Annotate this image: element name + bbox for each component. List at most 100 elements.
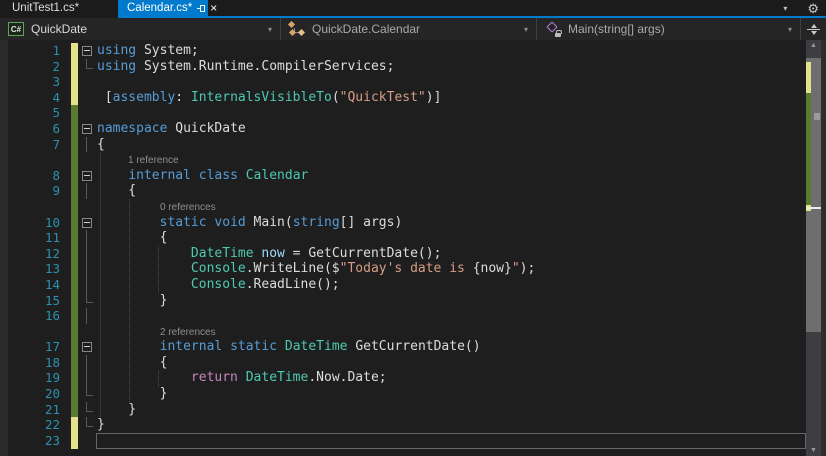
code-text[interactable]: using System; xyxy=(97,43,806,59)
code-text[interactable]: Console.WriteLine($"Today's date is {now… xyxy=(97,261,806,277)
change-tracking-bar xyxy=(71,43,78,105)
scrollbar-down-arrow-icon[interactable]: ▼ xyxy=(806,447,821,454)
code-text[interactable]: return DateTime.Now.Date; xyxy=(97,370,806,386)
codelens-cell[interactable]: 1 reference xyxy=(97,152,806,168)
code-line[interactable]: 2 using System.Runtime.CompilerServices; xyxy=(0,59,806,75)
editor-right-edge xyxy=(821,40,826,456)
line-number: 15 xyxy=(0,293,60,309)
line-number: 11 xyxy=(0,230,60,246)
project-dropdown-value: QuickDate xyxy=(31,22,87,36)
outlining-margin xyxy=(78,277,97,293)
code-text[interactable]: { xyxy=(97,183,806,199)
codelens-row[interactable]: 1 reference xyxy=(0,152,806,168)
line-number xyxy=(0,324,60,340)
code-text[interactable]: [assembly: InternalsVisibleTo("QuickTest… xyxy=(97,90,806,106)
outlining-margin xyxy=(78,433,97,449)
line-number: 14 xyxy=(0,277,60,293)
scrollbar-up-arrow-icon[interactable]: ▲ xyxy=(806,42,821,49)
code-line[interactable]: 21 } xyxy=(0,402,806,418)
code-text[interactable]: } xyxy=(97,293,806,309)
code-text[interactable]: { xyxy=(97,137,806,153)
code-line[interactable]: 14 Console.ReadLine(); xyxy=(0,277,806,293)
code-text[interactable]: DateTime now = GetCurrentDate(); xyxy=(97,246,806,262)
collapse-box-icon[interactable] xyxy=(82,46,92,56)
tab-unittest1[interactable]: UnitTest1.cs* xyxy=(0,0,118,16)
code-line[interactable]: 12 DateTime now = GetCurrentDate(); xyxy=(0,246,806,262)
codelens-references[interactable]: 0 references xyxy=(97,200,216,215)
code-line[interactable]: 9 { xyxy=(0,183,806,199)
code-line[interactable]: 6 namespace QuickDate xyxy=(0,121,806,137)
collapse-box-icon[interactable] xyxy=(82,171,92,181)
code-text[interactable] xyxy=(97,105,806,121)
change-tracking-bar xyxy=(71,105,78,417)
code-line[interactable]: 11 { xyxy=(0,230,806,246)
outlining-margin xyxy=(78,105,97,121)
line-number: 3 xyxy=(0,74,60,90)
code-text[interactable]: } xyxy=(97,402,806,418)
collapse-box-icon[interactable] xyxy=(82,342,92,352)
code-line[interactable]: 13 Console.WriteLine($"Today's date is {… xyxy=(0,261,806,277)
split-editor-button[interactable] xyxy=(801,18,826,40)
tab-list-chevron-icon[interactable]: ▾ xyxy=(783,4,787,13)
line-number: 2 xyxy=(0,59,60,75)
settings-gear-icon[interactable]: ⚙ xyxy=(807,2,819,15)
code-text[interactable] xyxy=(97,74,806,90)
tab-calendar[interactable]: Calendar.cs* × xyxy=(118,0,208,16)
code-text[interactable]: } xyxy=(97,417,806,433)
code-text[interactable]: { xyxy=(97,230,806,246)
code-line[interactable]: 18 { xyxy=(0,355,806,371)
code-line[interactable]: 22} xyxy=(0,417,806,433)
indent-guide xyxy=(158,371,159,387)
line-number: 4 xyxy=(0,90,60,106)
codelens-row[interactable]: 2 references xyxy=(0,324,806,340)
code-line[interactable]: 5 xyxy=(0,105,806,121)
scrollbar-square-marker xyxy=(814,113,820,120)
member-dropdown[interactable]: Main(string[] args) ▾ xyxy=(537,18,801,40)
code-text[interactable]: { xyxy=(97,355,806,371)
outlining-margin xyxy=(78,417,97,433)
outlining-margin xyxy=(78,370,97,386)
code-line[interactable]: 15 } xyxy=(0,293,806,309)
code-text[interactable]: internal class Calendar xyxy=(97,168,806,184)
code-line[interactable]: 7{ xyxy=(0,137,806,153)
code-text[interactable]: internal static DateTime GetCurrentDate(… xyxy=(97,339,806,355)
code-text[interactable]: static void Main(string[] args) xyxy=(97,215,806,231)
line-number: 20 xyxy=(0,386,60,402)
line-number: 17 xyxy=(0,339,60,355)
code-line[interactable]: 19 return DateTime.Now.Date; xyxy=(0,370,806,386)
codelens-cell[interactable]: 0 references xyxy=(97,199,806,215)
collapse-box-icon[interactable] xyxy=(82,124,92,134)
code-editor[interactable]: 1using System;2 using System.Runtime.Comp… xyxy=(0,40,826,456)
code-line[interactable]: 3 xyxy=(0,74,806,90)
line-number: 18 xyxy=(0,355,60,371)
codelens-references[interactable]: 1 reference xyxy=(97,153,179,168)
type-dropdown[interactable]: QuickDate.Calendar ▾ xyxy=(281,18,537,40)
codelens-cell[interactable]: 2 references xyxy=(97,324,806,340)
outlining-margin xyxy=(78,230,97,246)
line-number: 23 xyxy=(0,433,60,449)
collapse-box-icon[interactable] xyxy=(82,218,92,228)
code-line[interactable]: 17 internal static DateTime GetCurrentDa… xyxy=(0,339,806,355)
line-number: 7 xyxy=(0,137,60,153)
code-text[interactable]: namespace QuickDate xyxy=(97,121,806,137)
code-text[interactable]: using System.Runtime.CompilerServices; xyxy=(97,59,806,75)
code-line[interactable]: 16 xyxy=(0,308,806,324)
outlining-margin xyxy=(78,339,97,355)
code-text[interactable]: Console.ReadLine(); xyxy=(97,277,806,293)
code-text[interactable] xyxy=(97,308,806,324)
vertical-scrollbar[interactable]: ▲ ▼ xyxy=(806,40,821,456)
code-line[interactable]: 10 static void Main(string[] args) xyxy=(0,215,806,231)
codelens-row[interactable]: 0 references xyxy=(0,199,806,215)
project-dropdown[interactable]: C# QuickDate ▾ xyxy=(0,18,281,40)
code-line[interactable]: 20 } xyxy=(0,386,806,402)
vs-code-editor-window: UnitTest1.cs* Calendar.cs* × ▾ ⚙ C# Quic… xyxy=(0,0,826,456)
outlining-margin xyxy=(78,215,97,231)
codelens-references[interactable]: 2 references xyxy=(97,325,216,340)
outlining-margin xyxy=(78,74,97,90)
code-text[interactable]: } xyxy=(97,386,806,402)
line-number: 6 xyxy=(0,121,60,137)
code-line[interactable]: 4 [assembly: InternalsVisibleTo("QuickTe… xyxy=(0,90,806,106)
code-line[interactable]: 1using System; xyxy=(0,43,806,59)
code-line[interactable]: 8 internal class Calendar xyxy=(0,168,806,184)
pin-icon[interactable] xyxy=(197,5,205,12)
